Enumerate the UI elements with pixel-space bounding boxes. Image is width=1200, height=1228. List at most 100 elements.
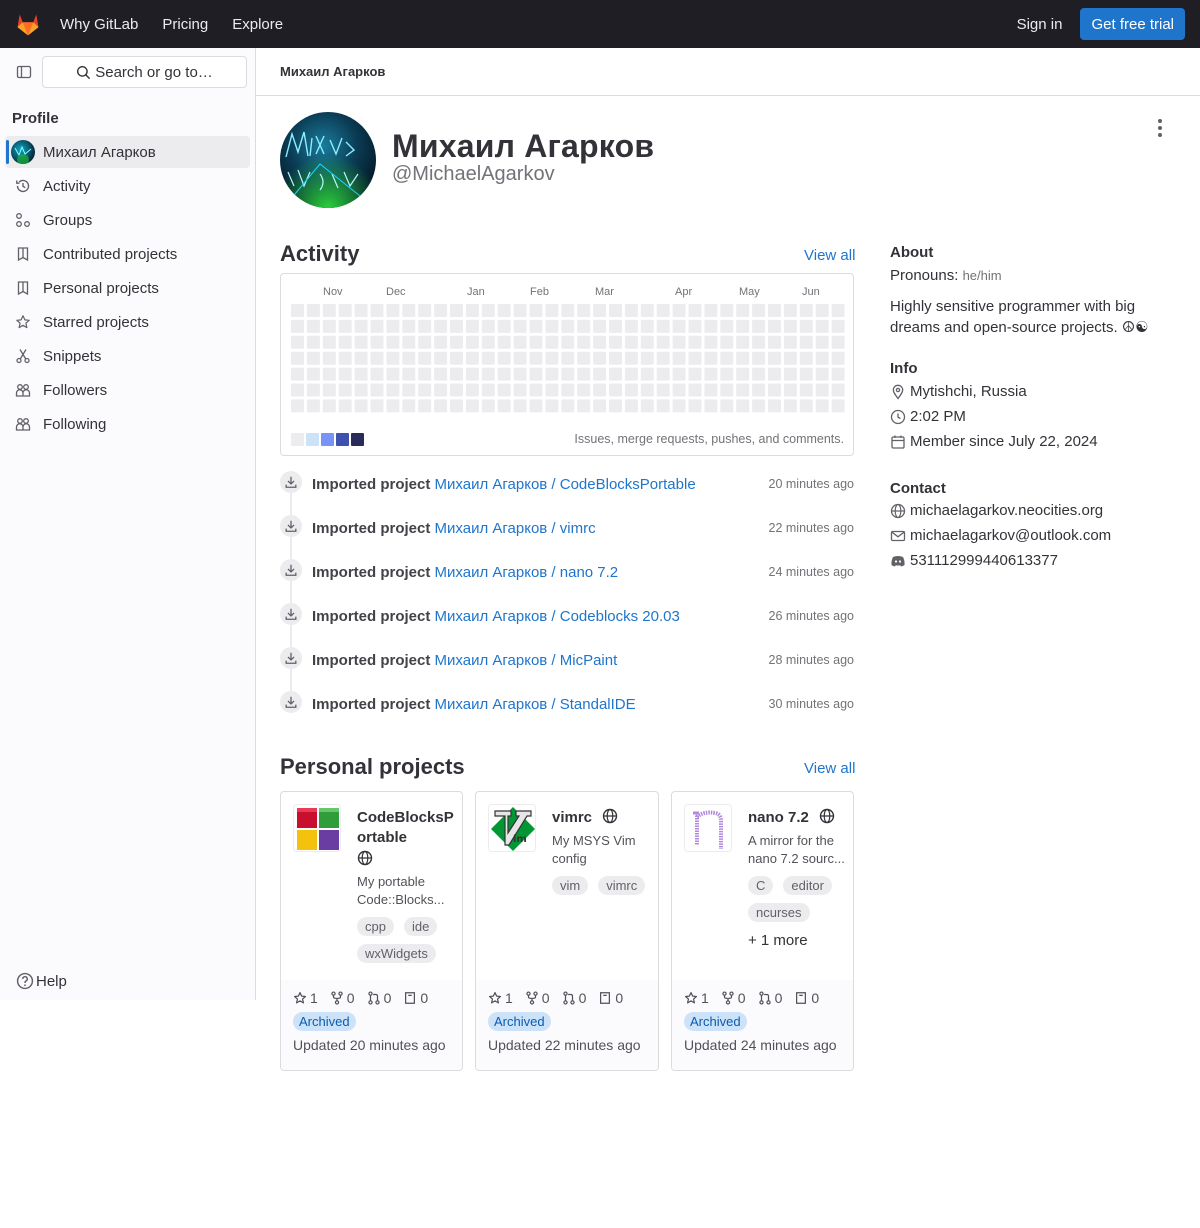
calendar-day[interactable] bbox=[497, 399, 511, 413]
calendar-day[interactable] bbox=[370, 367, 384, 381]
calendar-day[interactable] bbox=[338, 367, 352, 381]
calendar-day[interactable] bbox=[306, 383, 320, 397]
calendar-day[interactable] bbox=[497, 304, 511, 317]
calendar-day[interactable] bbox=[402, 399, 416, 413]
calendar-day[interactable] bbox=[450, 335, 463, 349]
calendar-day[interactable] bbox=[338, 399, 352, 413]
calendar-day[interactable] bbox=[736, 399, 750, 413]
calendar-day[interactable] bbox=[418, 335, 432, 349]
calendar-day[interactable] bbox=[736, 383, 750, 397]
calendar-day[interactable] bbox=[322, 304, 336, 317]
calendar-day[interactable] bbox=[529, 304, 543, 317]
calendar-day[interactable] bbox=[386, 335, 400, 349]
topic-tag[interactable]: vimrc bbox=[598, 876, 646, 895]
calendar-day[interactable] bbox=[513, 319, 527, 333]
calendar-day[interactable] bbox=[450, 367, 463, 381]
issues-count[interactable]: 0 bbox=[403, 990, 428, 1006]
calendar-day[interactable] bbox=[306, 319, 320, 333]
calendar-day[interactable] bbox=[720, 351, 734, 365]
calendar-day[interactable] bbox=[593, 399, 607, 413]
event-project-link[interactable]: Михаил Агарков / MicPaint bbox=[435, 652, 618, 669]
calendar-day[interactable] bbox=[799, 399, 813, 413]
calendar-day[interactable] bbox=[481, 351, 495, 365]
calendar-day[interactable] bbox=[799, 319, 813, 333]
calendar-day[interactable] bbox=[577, 399, 591, 413]
more-topics-link[interactable]: + 1 more bbox=[748, 932, 845, 949]
calendar-day[interactable] bbox=[338, 335, 352, 349]
calendar-day[interactable] bbox=[370, 304, 384, 317]
activity-view-all-link[interactable]: View all bbox=[804, 247, 855, 264]
calendar-day[interactable] bbox=[624, 367, 638, 381]
calendar-day[interactable] bbox=[561, 399, 575, 413]
issues-count[interactable]: 0 bbox=[794, 990, 819, 1006]
sidebar-item-starred-projects[interactable]: Starred projects bbox=[5, 306, 250, 338]
calendar-day[interactable] bbox=[831, 304, 845, 317]
calendar-day[interactable] bbox=[497, 367, 511, 381]
calendar-day[interactable] bbox=[370, 319, 384, 333]
issues-count[interactable]: 0 bbox=[598, 990, 623, 1006]
forks-count[interactable]: 0 bbox=[330, 990, 355, 1006]
calendar-day[interactable] bbox=[513, 367, 527, 381]
calendar-day[interactable] bbox=[593, 319, 607, 333]
calendar-day[interactable] bbox=[497, 351, 511, 365]
calendar-day[interactable] bbox=[338, 304, 352, 317]
calendar-day[interactable] bbox=[799, 335, 813, 349]
sidebar-item-contributed-projects[interactable]: Contributed projects bbox=[5, 238, 250, 270]
calendar-day[interactable] bbox=[752, 399, 766, 413]
calendar-day[interactable] bbox=[306, 367, 320, 381]
calendar-day[interactable] bbox=[672, 399, 686, 413]
calendar-day[interactable] bbox=[831, 351, 845, 365]
sidebar-item-activity[interactable]: Activity bbox=[5, 170, 250, 202]
calendar-day[interactable] bbox=[624, 304, 638, 317]
calendar-day[interactable] bbox=[418, 383, 432, 397]
stars-count[interactable]: 1 bbox=[488, 990, 513, 1006]
calendar-day[interactable] bbox=[593, 367, 607, 381]
calendar-day[interactable] bbox=[434, 367, 448, 381]
calendar-day[interactable] bbox=[704, 304, 718, 317]
calendar-day[interactable] bbox=[768, 351, 781, 365]
calendar-day[interactable] bbox=[593, 335, 607, 349]
calendar-day[interactable] bbox=[815, 304, 829, 317]
calendar-day[interactable] bbox=[783, 304, 797, 317]
project-name[interactable]: nano 7.2 bbox=[748, 808, 845, 828]
calendar-day[interactable] bbox=[577, 351, 591, 365]
calendar-day[interactable] bbox=[704, 335, 718, 349]
calendar-day[interactable] bbox=[450, 351, 463, 365]
calendar-day[interactable] bbox=[640, 383, 654, 397]
topic-tag[interactable]: editor bbox=[783, 876, 832, 895]
calendar-day[interactable] bbox=[609, 304, 622, 317]
forks-count[interactable]: 0 bbox=[721, 990, 746, 1006]
calendar-day[interactable] bbox=[624, 335, 638, 349]
calendar-day[interactable] bbox=[529, 335, 543, 349]
calendar-day[interactable] bbox=[656, 351, 670, 365]
nav-explore[interactable]: Explore bbox=[232, 16, 283, 33]
calendar-day[interactable] bbox=[783, 351, 797, 365]
project-name[interactable]: CodeBlocksPortable bbox=[357, 808, 454, 848]
calendar-day[interactable] bbox=[529, 351, 543, 365]
calendar-day[interactable] bbox=[688, 383, 702, 397]
calendar-day[interactable] bbox=[354, 304, 368, 317]
calendar-day[interactable] bbox=[704, 319, 718, 333]
calendar-day[interactable] bbox=[434, 351, 448, 365]
calendar-day[interactable] bbox=[418, 304, 432, 317]
topic-tag[interactable]: C bbox=[748, 876, 774, 895]
calendar-day[interactable] bbox=[513, 335, 527, 349]
search-button[interactable]: Search or go to… bbox=[42, 56, 247, 88]
calendar-day[interactable] bbox=[752, 304, 766, 317]
topic-tag[interactable]: ide bbox=[403, 917, 438, 936]
calendar-day[interactable] bbox=[322, 367, 336, 381]
topic-tag[interactable]: ncurses bbox=[748, 903, 810, 922]
calendar-day[interactable] bbox=[513, 399, 527, 413]
calendar-day[interactable] bbox=[434, 319, 448, 333]
calendar-day[interactable] bbox=[577, 367, 591, 381]
calendar-day[interactable] bbox=[450, 399, 463, 413]
calendar-day[interactable] bbox=[815, 319, 829, 333]
calendar-day[interactable] bbox=[815, 367, 829, 381]
calendar-day[interactable] bbox=[481, 319, 495, 333]
calendar-day[interactable] bbox=[322, 351, 336, 365]
calendar-day[interactable] bbox=[529, 319, 543, 333]
calendar-day[interactable] bbox=[640, 335, 654, 349]
calendar-day[interactable] bbox=[354, 351, 368, 365]
get-free-trial-button[interactable]: Get free trial bbox=[1080, 8, 1185, 40]
calendar-day[interactable] bbox=[768, 335, 781, 349]
